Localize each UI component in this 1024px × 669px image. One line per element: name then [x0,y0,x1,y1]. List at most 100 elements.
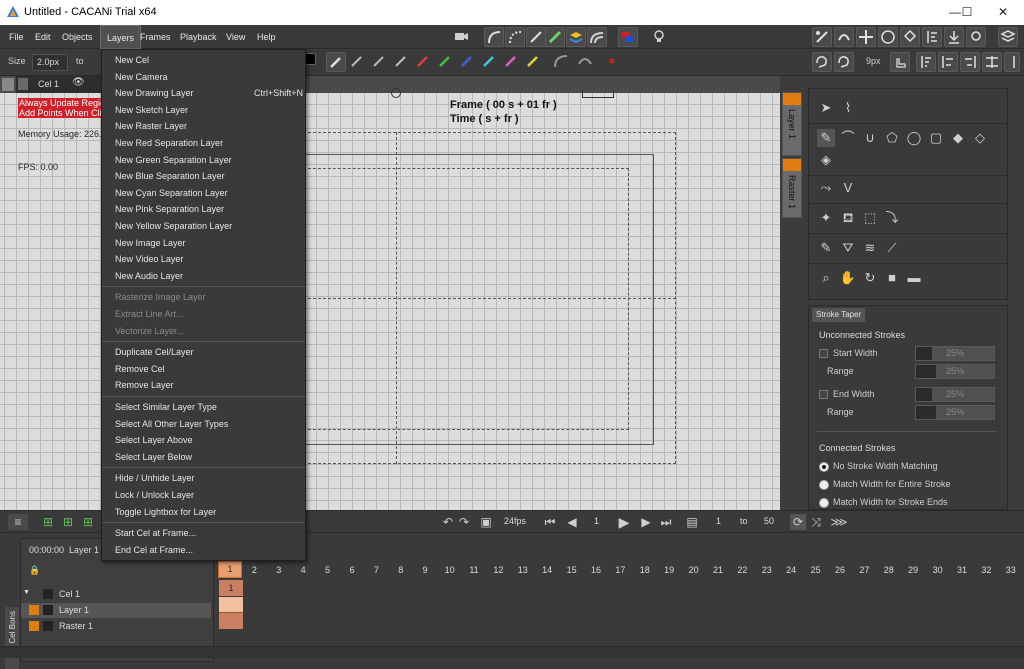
lasso-select-icon[interactable]: ⌇ [839,99,857,117]
undo-icon[interactable]: ↶ [440,514,456,530]
paint-tool-icon[interactable]: ✎ [817,239,835,257]
camera-move-icon[interactable]: ▬ [905,269,923,287]
next-frame-icon[interactable]: ▶ [638,514,654,530]
loop-icon[interactable]: ⟳ [790,514,806,530]
dropper-icon[interactable]: ⟋ [883,239,901,257]
align-left-icon[interactable] [938,52,958,72]
size-input[interactable]: 2.0px [32,54,68,71]
menu-playback[interactable]: Playback [174,25,223,49]
red-pencil-icon[interactable] [414,52,434,72]
timeline-row-cel1[interactable]: ▼ Cel 1 [21,587,211,602]
dotted-curve-icon[interactable] [505,27,525,47]
option-row-2[interactable]: Match Width for Entire Stroke [819,477,999,493]
pencil-active-icon[interactable] [326,52,346,72]
square-tool-icon[interactable]: ▢ [927,129,945,147]
frame-number[interactable]: 5 [316,565,340,575]
curve-tool-icon[interactable]: ⌒ [839,129,857,147]
frame-number[interactable]: 20 [682,565,706,575]
option-row-1[interactable]: No Stroke Width Matching [819,459,999,475]
smudge-tool-icon[interactable]: ◈ [817,151,835,169]
frame-number[interactable]: 3 [267,565,291,575]
frame-number[interactable]: 21 [706,565,730,575]
frame-number[interactable]: 16 [584,565,608,575]
frame-number[interactable]: 8 [389,565,413,575]
start-width-checkbox[interactable] [819,349,828,358]
range-value-2[interactable]: 25% [915,405,995,420]
fps-value[interactable]: 24fps [504,516,526,526]
brush-3-icon[interactable] [392,52,412,72]
cyan-pencil-icon[interactable] [480,52,500,72]
range-value-1[interactable]: 25% [915,364,995,379]
eraser-tool-icon[interactable]: ◆ [949,129,967,147]
join-tool-icon[interactable]: ⤳ [817,179,835,197]
yellow-pencil-icon[interactable] [524,52,544,72]
sort-icon[interactable] [916,52,936,72]
range-start[interactable]: 1 [716,516,721,526]
blue-pencil-icon[interactable] [458,52,478,72]
frame-number[interactable]: 26 [828,565,852,575]
menu-item-new-audio-layer[interactable]: New Audio Layer [102,268,305,284]
menu-item-new-raster-layer[interactable]: New Raster Layer [102,118,305,134]
brush-size-value[interactable]: 9px [866,56,881,66]
select-arrow-icon[interactable]: ➤ [817,99,835,117]
layer1-cel-block[interactable] [219,597,243,613]
layer-tab-raster1[interactable]: Raster 1 [782,158,802,218]
frame-number[interactable]: 23 [755,565,779,575]
magnet-tool-icon[interactable]: ∪ [861,129,879,147]
menu-view[interactable]: View [220,25,251,49]
menu-item-start-cel-at-frame[interactable]: Start Cel at Frame... [102,525,305,541]
menu-item-new-video-layer[interactable]: New Video Layer [102,251,305,267]
pen-line-icon[interactable] [526,27,546,47]
add-layer-icon[interactable]: ⊞ [80,514,96,530]
frame-number[interactable]: 15 [560,565,584,575]
curve-tool-icon[interactable] [484,27,504,47]
menu-item-new-sketch-layer[interactable]: New Sketch Layer [102,102,305,118]
frame-number[interactable]: 24 [779,565,803,575]
fill-select-icon[interactable]: ⬚ [861,209,879,227]
horizontal-scrollbar[interactable] [0,646,1024,658]
frame-number[interactable]: 11 [462,565,486,575]
green-pencil-icon[interactable] [436,52,456,72]
node-edit-icon[interactable] [812,27,832,47]
eye-icon[interactable]: 👁 [72,77,85,88]
menu-frames[interactable]: Frames [134,25,177,49]
frame-number[interactable]: 4 [291,565,315,575]
export-icon[interactable] [944,27,964,47]
menu-item-new-image-layer[interactable]: New Image Layer [102,235,305,251]
frame-number[interactable]: 27 [852,565,876,575]
circle-tool-icon[interactable]: ◯ [905,129,923,147]
fill-tool-icon[interactable]: ✦ [817,209,835,227]
layers-stack-icon[interactable] [566,27,586,47]
camera-tool-icon[interactable]: ■ [883,269,901,287]
end-width-checkbox[interactable] [819,390,828,399]
menu-file[interactable]: File [3,25,30,49]
shape-tool-icon[interactable]: ⬠ [883,129,901,147]
menu-item-new-camera[interactable]: New Camera [102,69,305,85]
add-cel-icon[interactable]: ⊞ [40,514,56,530]
frame-number[interactable]: 31 [950,565,974,575]
range-end[interactable]: 50 [764,516,774,526]
range-icon[interactable]: ▤ [684,514,700,530]
red-close-icon[interactable] [603,52,623,72]
lasso-fill-icon[interactable] [812,52,832,72]
stroke-taper-tab[interactable]: Stroke Taper [812,308,866,322]
menu-item-new-cel[interactable]: New Cel [102,52,305,68]
frame-number[interactable]: 12 [486,565,510,575]
handle-marker[interactable] [582,90,614,98]
menu-help[interactable]: Help [251,25,282,49]
menu-item-new-drawing-layer[interactable]: New Drawing Layer Ctrl+Shift+N [102,85,305,101]
menu-item-hide-unhide-layer[interactable]: Hide / Unhide Layer [102,470,305,486]
hand-cursor-icon[interactable] [890,52,910,72]
lock-icon[interactable]: 🔒 [29,565,40,576]
frame-number[interactable]: 33 [999,565,1023,575]
end-width-value[interactable]: 25% [915,387,995,402]
menu-item-remove-layer[interactable]: Remove Layer [102,377,305,393]
frame-number[interactable]: 7 [364,565,388,575]
frame-number[interactable]: 10 [438,565,462,575]
menu-item-duplicate-cel-layer[interactable]: Duplicate Cel/Layer [102,344,305,360]
more-icon[interactable] [1004,52,1020,72]
cel-bons-tab[interactable]: Cel Bons [5,607,19,669]
paint-brush-icon[interactable]: ⛛ [839,239,857,257]
eraser-plus-icon[interactable]: ◇ [971,129,989,147]
current-frame[interactable]: 1 [594,516,599,526]
